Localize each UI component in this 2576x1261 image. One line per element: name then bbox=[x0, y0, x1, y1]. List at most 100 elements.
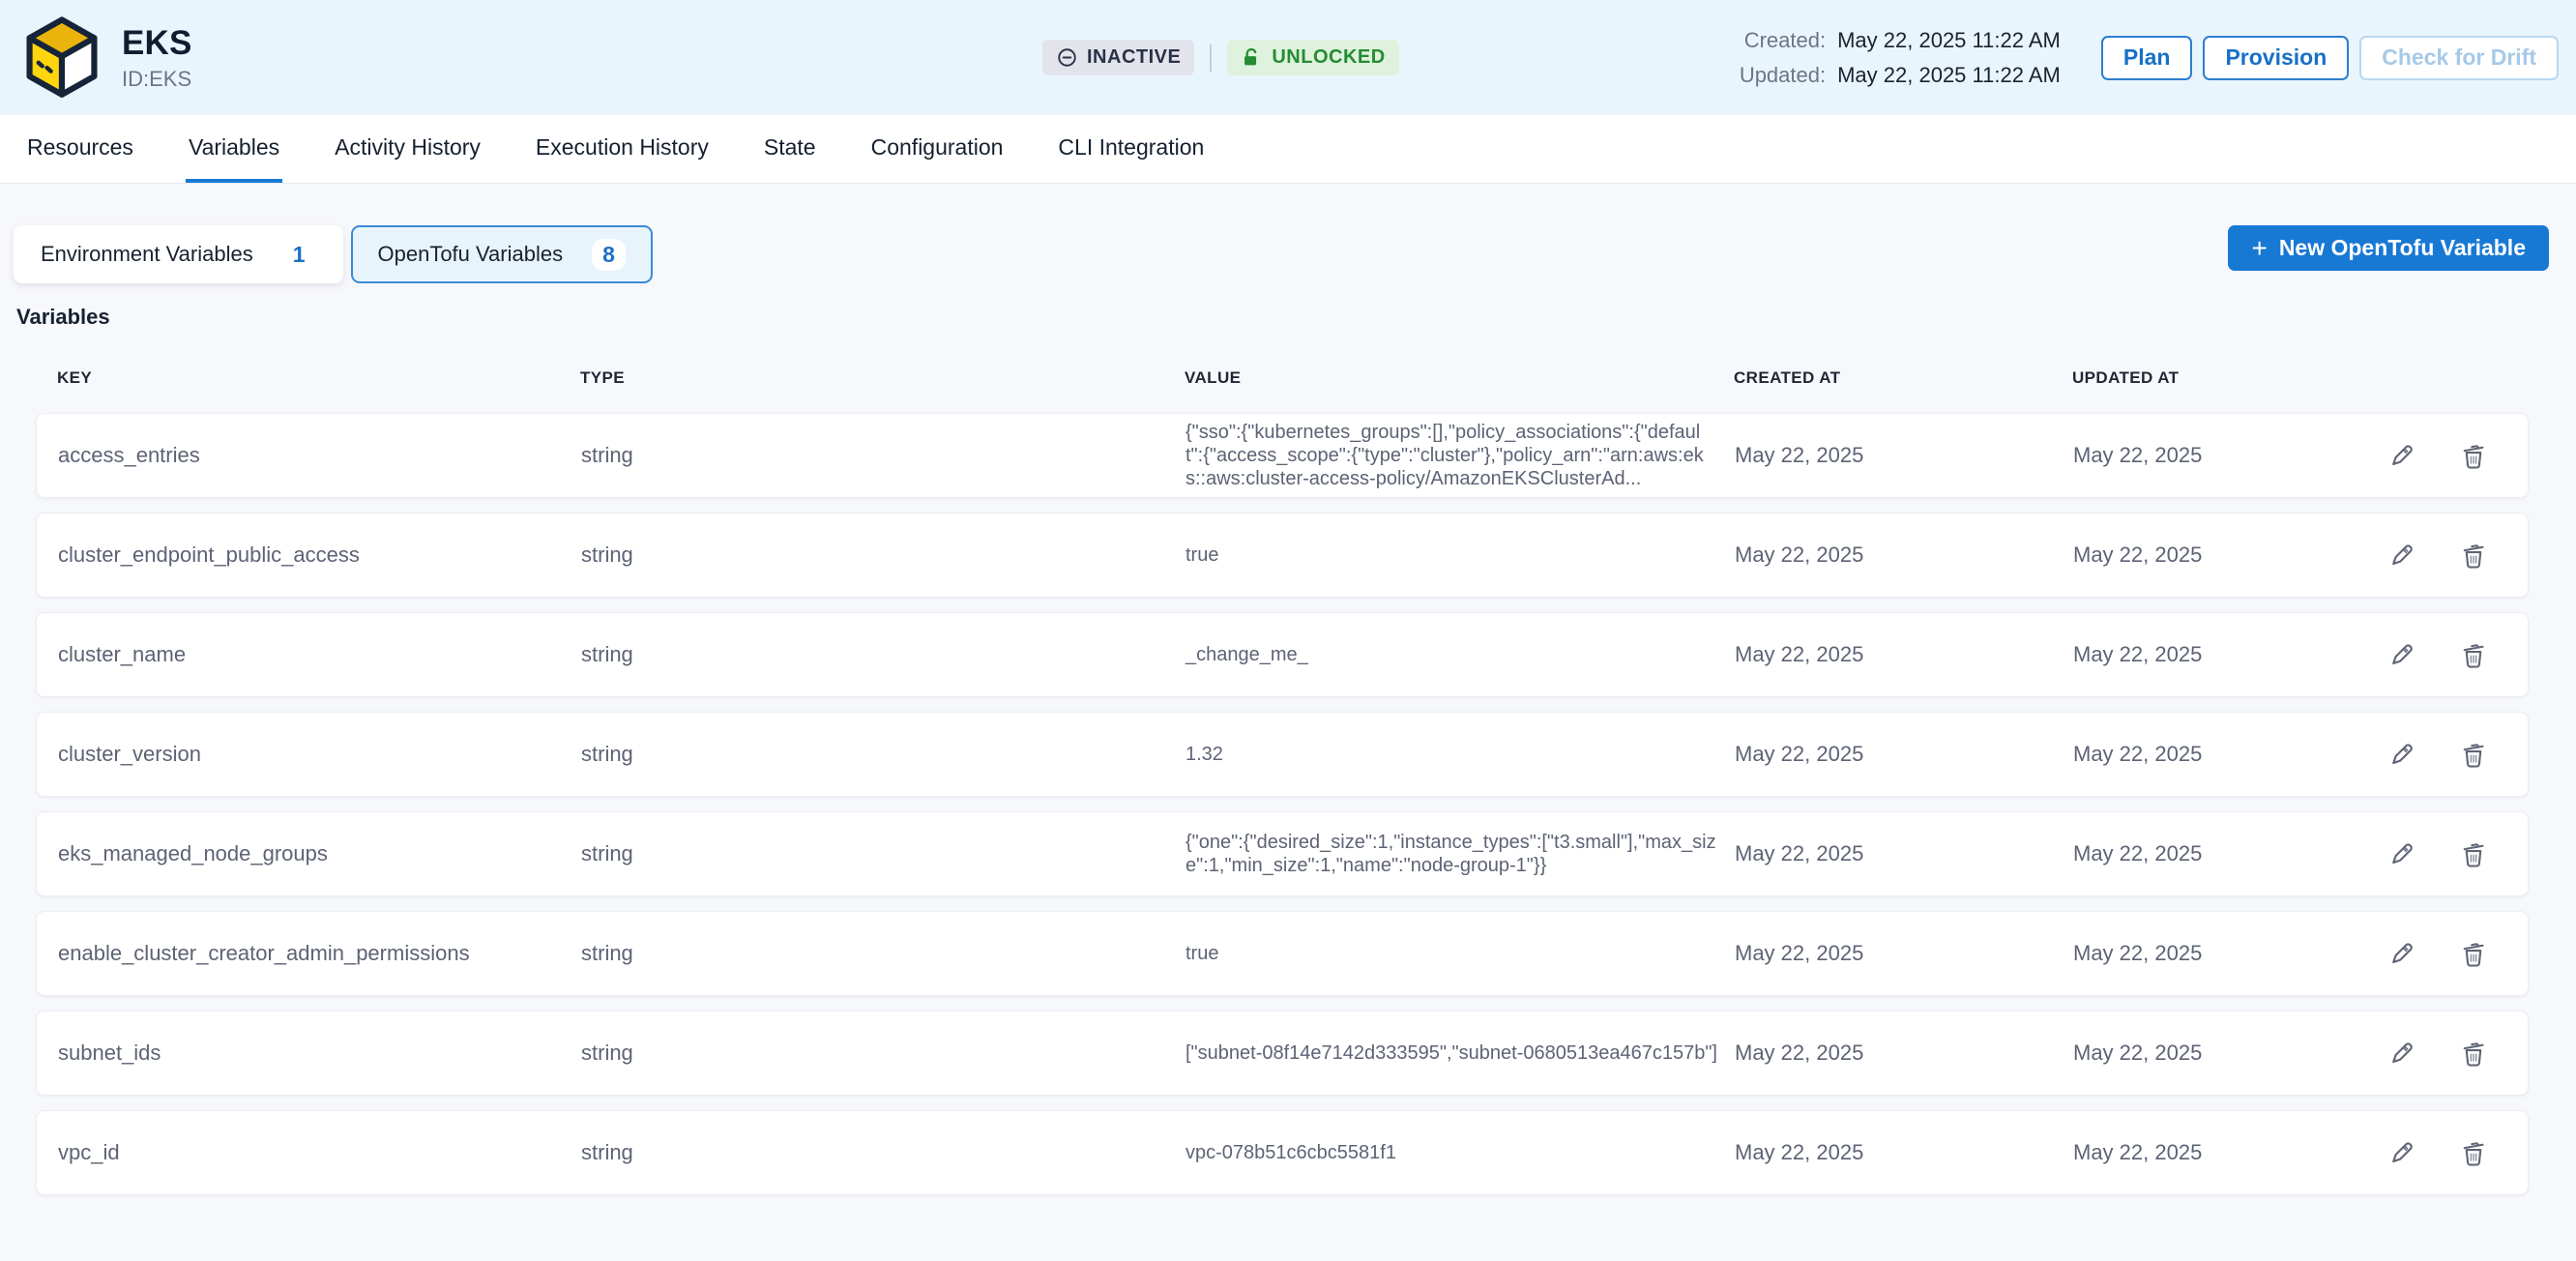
column-header-key: KEY bbox=[57, 368, 580, 388]
opentofu-variables-count: 8 bbox=[592, 239, 626, 271]
table-row: eks_managed_node_groupsstring{"one":{"de… bbox=[36, 811, 2529, 896]
edit-pencil-icon bbox=[2387, 541, 2416, 570]
variable-value: _change_me_ bbox=[1186, 643, 1735, 666]
subtab-label: Environment Variables bbox=[41, 242, 253, 267]
tab-execution-history[interactable]: Execution History bbox=[533, 115, 712, 183]
environment-title: EKS bbox=[122, 24, 192, 63]
edit-variable-button[interactable] bbox=[2386, 440, 2417, 471]
row-actions bbox=[2363, 938, 2489, 969]
created-value: May 22, 2025 11:22 AM bbox=[1837, 28, 2061, 53]
variable-created-at: May 22, 2025 bbox=[1735, 941, 2073, 966]
status-badge-label: UNLOCKED bbox=[1272, 46, 1385, 69]
variable-key: cluster_endpoint_public_access bbox=[58, 543, 581, 568]
new-opentofu-variable-button[interactable]: + New OpenTofu Variable bbox=[2228, 225, 2549, 271]
delete-variable-button[interactable] bbox=[2458, 1038, 2489, 1069]
variable-value: vpc-078b51c6cbc5581f1 bbox=[1186, 1141, 1735, 1164]
subtab-label: OpenTofu Variables bbox=[378, 242, 564, 267]
tab-variables[interactable]: Variables bbox=[186, 115, 282, 183]
delete-variable-button[interactable] bbox=[2458, 540, 2489, 571]
variable-type: string bbox=[581, 742, 1186, 767]
variable-value: ["subnet-08f14e7142d333595","subnet-0680… bbox=[1186, 1041, 1735, 1065]
variable-value: {"one":{"desired_size":1,"instance_types… bbox=[1186, 831, 1735, 877]
delete-variable-button[interactable] bbox=[2458, 838, 2489, 869]
edit-pencil-icon bbox=[2387, 839, 2416, 868]
edit-pencil-icon bbox=[2387, 640, 2416, 669]
variable-updated-at: May 22, 2025 bbox=[2073, 543, 2363, 568]
variable-type: string bbox=[581, 443, 1186, 468]
row-actions bbox=[2363, 440, 2489, 471]
row-actions bbox=[2363, 639, 2489, 670]
edit-variable-button[interactable] bbox=[2386, 1038, 2417, 1069]
tab-activity-history[interactable]: Activity History bbox=[332, 115, 483, 183]
column-header-created-at: CREATED AT bbox=[1734, 368, 2072, 388]
variable-type: string bbox=[581, 1041, 1186, 1066]
edit-variable-button[interactable] bbox=[2386, 639, 2417, 670]
header-actions: Plan Provision Check for Drift bbox=[2101, 36, 2559, 80]
tab-state[interactable]: State bbox=[761, 115, 819, 183]
row-actions bbox=[2363, 1038, 2489, 1069]
variable-value: true bbox=[1186, 942, 1735, 965]
variable-type: string bbox=[581, 1140, 1186, 1165]
variable-updated-at: May 22, 2025 bbox=[2073, 742, 2363, 767]
delete-variable-button[interactable] bbox=[2458, 1137, 2489, 1168]
row-actions bbox=[2363, 739, 2489, 770]
check-for-drift-button[interactable]: Check for Drift bbox=[2359, 36, 2559, 80]
tab-resources[interactable]: Resources bbox=[24, 115, 136, 183]
edit-variable-button[interactable] bbox=[2386, 838, 2417, 869]
table-row: access_entriesstring{"sso":{"kubernetes_… bbox=[36, 413, 2529, 498]
variables-page: Environment Variables 1 OpenTofu Variabl… bbox=[0, 184, 2576, 1195]
provision-button[interactable]: Provision bbox=[2203, 36, 2349, 80]
plan-button[interactable]: Plan bbox=[2101, 36, 2193, 80]
delete-trash-icon bbox=[2459, 939, 2488, 968]
tab-cli-integration[interactable]: CLI Integration bbox=[1055, 115, 1207, 183]
environment-timestamps: Created: May 22, 2025 11:22 AM Updated: … bbox=[1740, 28, 2061, 88]
variable-key: cluster_name bbox=[58, 642, 581, 667]
delete-variable-button[interactable] bbox=[2458, 440, 2489, 471]
edit-variable-button[interactable] bbox=[2386, 1137, 2417, 1168]
edit-variable-button[interactable] bbox=[2386, 938, 2417, 969]
delete-trash-icon bbox=[2459, 740, 2488, 769]
tab-configuration[interactable]: Configuration bbox=[868, 115, 1007, 183]
delete-trash-icon bbox=[2459, 839, 2488, 868]
tab-environment-variables[interactable]: Environment Variables 1 bbox=[14, 225, 343, 283]
edit-pencil-icon bbox=[2387, 1138, 2416, 1167]
edit-variable-button[interactable] bbox=[2386, 739, 2417, 770]
section-title: Variables bbox=[16, 305, 2576, 330]
edit-variable-button[interactable] bbox=[2386, 540, 2417, 571]
delete-trash-icon bbox=[2459, 441, 2488, 470]
tab-opentofu-variables[interactable]: OpenTofu Variables 8 bbox=[351, 225, 653, 283]
circle-minus-icon bbox=[1056, 46, 1078, 69]
environment-header: EKS ID:EKS INACTIVE UNLOCKED bbox=[0, 0, 2576, 115]
table-row: vpc_idstringvpc-078b51c6cbc5581f1May 22,… bbox=[36, 1110, 2529, 1195]
delete-trash-icon bbox=[2459, 541, 2488, 570]
variable-updated-at: May 22, 2025 bbox=[2073, 941, 2363, 966]
variable-type: string bbox=[581, 841, 1186, 866]
updated-label: Updated: bbox=[1740, 63, 1826, 88]
delete-variable-button[interactable] bbox=[2458, 739, 2489, 770]
variable-updated-at: May 22, 2025 bbox=[2073, 1140, 2363, 1165]
variable-created-at: May 22, 2025 bbox=[1735, 742, 2073, 767]
unlocked-padlock-icon bbox=[1241, 46, 1263, 69]
table-row: enable_cluster_creator_admin_permissions… bbox=[36, 911, 2529, 996]
variable-created-at: May 22, 2025 bbox=[1735, 642, 2073, 667]
status-badge-label: INACTIVE bbox=[1087, 46, 1181, 69]
row-actions bbox=[2363, 540, 2489, 571]
delete-variable-button[interactable] bbox=[2458, 938, 2489, 969]
variable-type: string bbox=[581, 543, 1186, 568]
variable-created-at: May 22, 2025 bbox=[1735, 1140, 2073, 1165]
variable-type-tabs: Environment Variables 1 OpenTofu Variabl… bbox=[14, 225, 653, 283]
variable-value: 1.32 bbox=[1186, 743, 1735, 766]
column-header-type: TYPE bbox=[580, 368, 1185, 388]
variable-key: vpc_id bbox=[58, 1140, 581, 1165]
variables-table: KEY TYPE VALUE CREATED AT UPDATED AT acc… bbox=[0, 330, 2576, 1195]
app-root: EKS ID:EKS INACTIVE UNLOCKED bbox=[0, 0, 2576, 1195]
table-row: cluster_endpoint_public_accessstringtrue… bbox=[36, 513, 2529, 598]
row-actions bbox=[2363, 1137, 2489, 1168]
delete-trash-icon bbox=[2459, 1039, 2488, 1068]
variable-value: {"sso":{"kubernetes_groups":[],"policy_a… bbox=[1186, 421, 1735, 490]
table-body: access_entriesstring{"sso":{"kubernetes_… bbox=[0, 413, 2576, 1195]
delete-variable-button[interactable] bbox=[2458, 639, 2489, 670]
column-header-updated-at: UPDATED AT bbox=[2072, 368, 2362, 388]
environment-id: ID:EKS bbox=[122, 67, 192, 92]
row-actions bbox=[2363, 838, 2489, 869]
